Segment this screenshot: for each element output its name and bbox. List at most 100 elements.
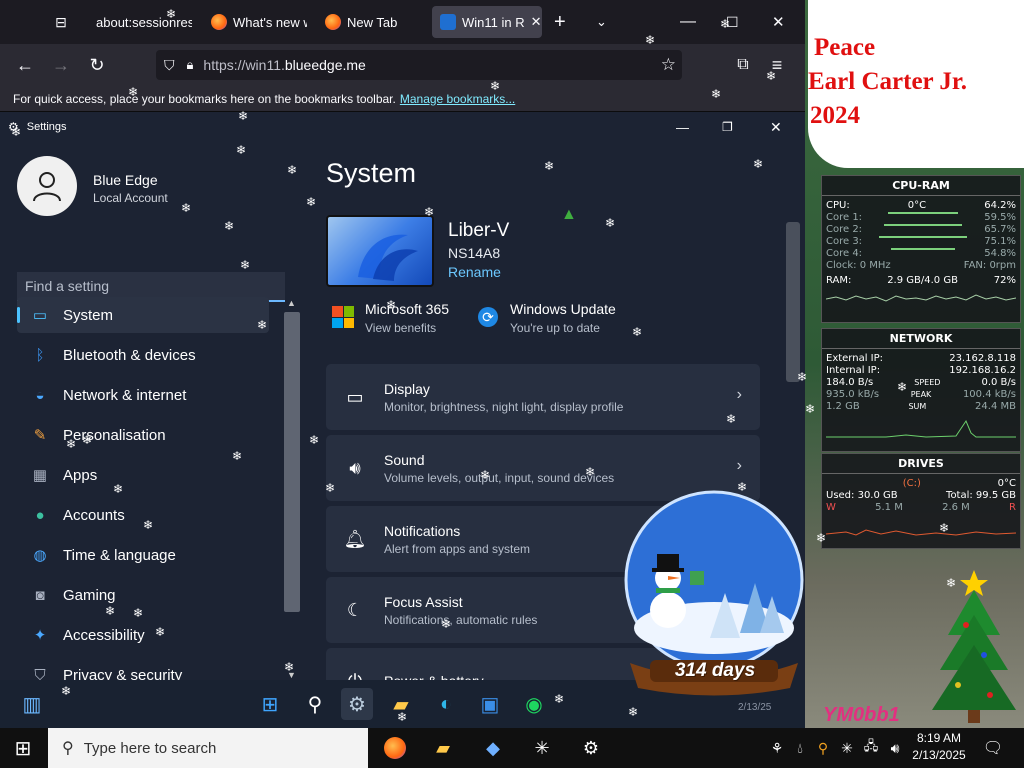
watermark-text: YM0bb1	[823, 704, 900, 726]
list-tabs-button[interactable]: ⌄	[596, 6, 616, 38]
rename-link[interactable]: Rename	[448, 264, 501, 280]
sidebar-item-time-language[interactable]: ◍ Time & language	[17, 537, 269, 573]
puzzle-icon: ⧉	[737, 56, 749, 73]
internal-ip: 192.168.16.2	[949, 365, 1016, 376]
scroll-down-icon[interactable]: ▼	[287, 670, 296, 680]
search-button[interactable]: ⚲	[299, 688, 331, 720]
new-tab-button[interactable]: +	[554, 6, 574, 38]
maximize-icon: ☐	[726, 13, 739, 30]
restore-icon[interactable]: ❐	[722, 120, 733, 134]
store-button[interactable]: ▣	[474, 688, 506, 720]
manage-bookmarks-link[interactable]: Manage bookmarks...	[400, 92, 515, 106]
tab-overview-button[interactable]: ⊟	[48, 6, 74, 38]
host-app-button[interactable]: ◆	[478, 734, 508, 762]
core-value: 54.8%	[984, 248, 1016, 259]
globe-icon: ◍	[33, 547, 47, 564]
gear-icon: ⚙	[582, 737, 600, 758]
arrow-right-icon: →	[52, 54, 70, 75]
volume-tray-icon[interactable]: 🔊︎	[880, 734, 910, 762]
search-icon: ⚲	[62, 740, 74, 757]
ms365-title[interactable]: Microsoft 365	[365, 301, 449, 317]
core-bar	[884, 224, 963, 226]
back-button[interactable]: ←	[12, 52, 38, 78]
extensions-button[interactable]: ⧉	[730, 52, 756, 78]
card-title: Display	[384, 380, 430, 397]
widgets-button[interactable]: ▥	[16, 688, 48, 720]
ram-graph	[825, 294, 1017, 302]
sidebar-item-system[interactable]: ▭ System	[17, 297, 269, 333]
forward-button[interactable]: →	[48, 52, 74, 78]
host-firefox-button[interactable]	[380, 734, 410, 762]
sidebar-scrollbar[interactable]: ▲ ▼	[284, 298, 300, 692]
sidebar-item-label: Apps	[63, 466, 98, 484]
url-domain: blueedge.me	[284, 57, 366, 73]
sidebar-item-gaming[interactable]: ◙ Gaming	[17, 577, 269, 613]
sidebar-item-personalisation[interactable]: ✎ Personalisation	[17, 417, 269, 453]
lock-icon[interactable]: 🔒︎	[187, 57, 194, 73]
gadget-title: DRIVES	[822, 454, 1020, 474]
scroll-up-icon[interactable]: ▲	[287, 298, 296, 308]
sidebar-item-bluetooth[interactable]: ᛒ Bluetooth & devices	[17, 337, 269, 373]
plus-icon: +	[554, 10, 566, 33]
tab-win11[interactable]: Win11 in R ✕	[432, 6, 542, 38]
menu-button[interactable]: ≡	[764, 52, 790, 78]
scrollbar-thumb[interactable]	[284, 312, 300, 612]
windows-update-title[interactable]: Windows Update	[510, 301, 616, 317]
host-snowflake-app-button[interactable]: ✳	[527, 734, 557, 762]
tab-label: What's new w	[233, 14, 307, 30]
peak-down: 935.0 kB/s	[826, 389, 880, 400]
gamepad-icon: ◙	[35, 586, 45, 604]
sidebar-item-accounts[interactable]: ● Accounts	[17, 497, 269, 533]
avatar[interactable]	[17, 156, 77, 216]
close-icon[interactable]: ✕	[770, 119, 782, 136]
drive-write-label: W	[826, 502, 836, 513]
cpu-ram-gadget[interactable]: CPU-RAM CPU: 0°C 64.2% Core 1: 59.5% Core 2…	[821, 175, 1021, 323]
minimize-icon: —	[680, 13, 696, 30]
tab-label: about:sessionrest	[96, 14, 192, 30]
main-scrollbar[interactable]	[786, 222, 800, 382]
cpu-label: CPU:	[826, 200, 850, 211]
host-start-button[interactable]: ⊞	[8, 734, 38, 762]
display-card[interactable]: ▭ Display Monitor, brightness, night ligh…	[326, 364, 760, 430]
tab-session-restore[interactable]: about:sessionrest	[96, 6, 192, 38]
settings-app-button[interactable]: ⚙	[341, 688, 373, 720]
close-window-button[interactable]: ✕	[772, 6, 788, 38]
sidebar-item-label: Accounts	[63, 506, 125, 524]
star-icon[interactable]: ☆	[661, 55, 676, 75]
reload-button[interactable]: ↻	[84, 52, 110, 78]
sidebar-item-apps[interactable]: ▦ Apps	[17, 457, 269, 493]
drive-used: Used: 30.0 GB	[826, 490, 898, 501]
shield-icon[interactable]: ⛉	[164, 57, 175, 74]
host-settings-button[interactable]: ⚙	[576, 734, 606, 762]
folder-icon: ▰	[436, 737, 450, 758]
url-bar[interactable]: ⛉ 🔒︎ https://win11. blueedge.me ☆	[156, 50, 682, 80]
user-icon	[33, 172, 61, 202]
minimize-button[interactable]: —	[680, 6, 696, 38]
core-value: 65.7%	[984, 224, 1016, 235]
host-time[interactable]: 8:19 AM	[912, 731, 966, 745]
card-subtitle: Notifications, automatic rules	[384, 612, 538, 627]
snowflake-icon: ✳	[841, 739, 853, 756]
spotify-button[interactable]: ◉	[518, 688, 550, 720]
tab-whats-new[interactable]: What's new w	[211, 6, 307, 38]
host-search-box[interactable]: ⚲ Type here to search	[48, 728, 368, 768]
network-gadget[interactable]: NETWORK External IP: 23.162.8.118 Interna…	[821, 328, 1021, 452]
close-tab-icon[interactable]: ✕	[531, 14, 542, 30]
notification-center-button[interactable]: 🗨︎	[978, 734, 1008, 762]
minimize-icon[interactable]: —	[676, 120, 689, 135]
sidebar-item-accessibility[interactable]: ✦ Accessibility	[17, 617, 269, 653]
drives-gadget[interactable]: DRIVES (C:) 0°C Used: 30.0 GB Total: 99.5 …	[821, 453, 1021, 549]
tab-new-tab[interactable]: New Tab	[325, 6, 415, 38]
maximize-button[interactable]: ☐	[726, 6, 742, 38]
host-file-explorer-button[interactable]: ▰	[428, 734, 458, 762]
ram-percent: 72%	[993, 275, 1016, 286]
sidebar-item-network[interactable]: ◒ Network & internet	[17, 377, 269, 413]
sidebar-item-label: Accessibility	[63, 626, 145, 644]
greeting-banner: Peace Earl Carter Jr. 2024	[808, 0, 1024, 168]
start-button[interactable]: ⊞	[254, 688, 286, 720]
edge-button[interactable]: ◐	[430, 688, 462, 720]
host-date[interactable]: 2/13/2025	[908, 748, 970, 762]
file-explorer-button[interactable]: ▰	[385, 688, 417, 720]
accessibility-icon: ✦	[33, 627, 47, 644]
apps-icon: ▦	[32, 467, 48, 484]
